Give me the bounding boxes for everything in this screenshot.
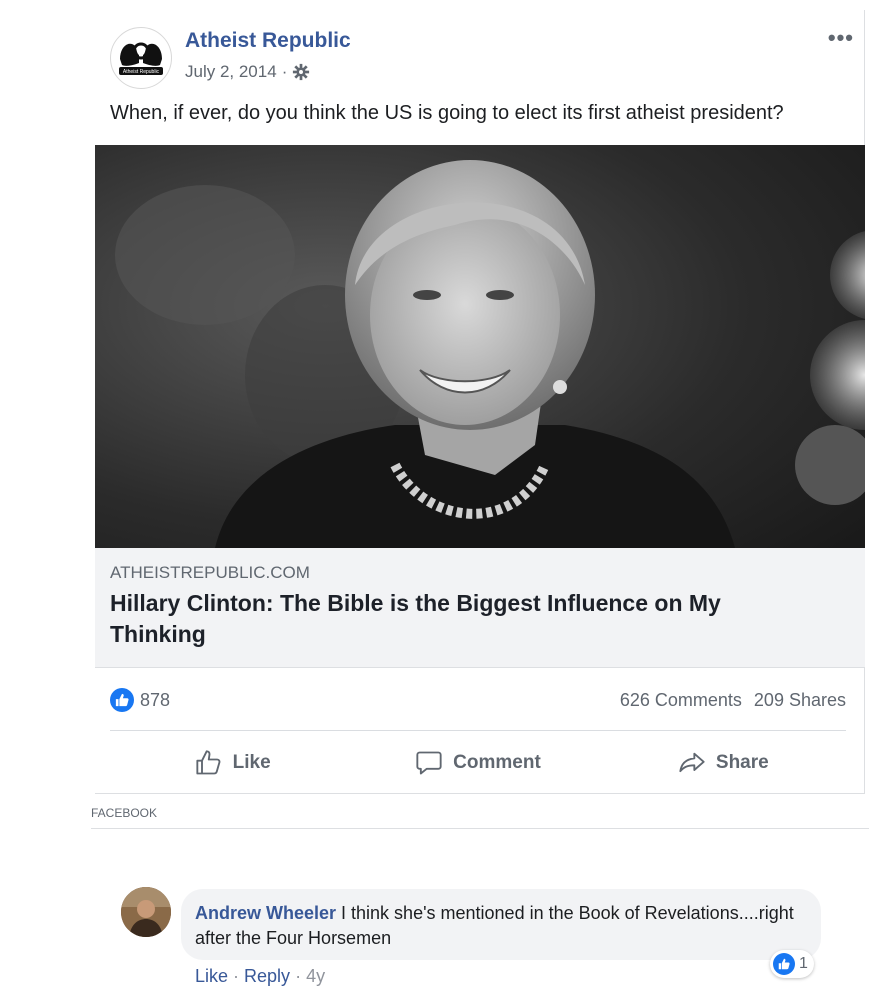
comment-reactions[interactable]: 1 — [770, 950, 814, 978]
link-title[interactable]: Hillary Clinton: The Bible is the Bigges… — [110, 588, 810, 650]
shares-count[interactable]: 209 Shares — [754, 690, 846, 711]
commenter-photo — [121, 887, 171, 937]
link-preview[interactable]: ATHEISTREPUBLIC.COM Hillary Clinton: The… — [95, 548, 865, 668]
post-text: When, if ever, do you think the US is go… — [110, 102, 784, 124]
comment-like-link[interactable]: Like — [195, 966, 228, 987]
comment-reaction-count: 1 — [799, 955, 808, 972]
page-name-link[interactable]: Atheist Republic — [185, 29, 351, 53]
reaction-summary[interactable]: 878 — [110, 688, 170, 712]
comment-separator: · — [295, 966, 302, 986]
comment-bubble: Andrew Wheeler I think she's mentioned i… — [181, 889, 821, 960]
more-options-icon[interactable]: ••• — [828, 25, 854, 51]
comment-icon — [416, 751, 442, 775]
like-reaction-icon — [773, 953, 795, 975]
like-count: 878 — [140, 689, 171, 710]
commenter-avatar[interactable] — [121, 887, 171, 937]
share-button-label: Share — [715, 752, 769, 773]
comment-separator: · — [233, 966, 240, 986]
page-avatar[interactable]: Atheist Republic — [110, 27, 172, 89]
like-button[interactable]: Like — [110, 737, 355, 789]
svg-text:Atheist Republic: Atheist Republic — [123, 69, 160, 75]
portrait-photo — [95, 145, 865, 548]
atheist-republic-logo: Atheist Republic — [113, 30, 169, 86]
link-domain: ATHEISTREPUBLIC.COM — [110, 563, 310, 582]
gear-icon[interactable] — [292, 63, 310, 81]
post-card: Atheist Republic Atheist Republic July 2… — [95, 10, 865, 794]
like-reaction-icon — [110, 688, 134, 712]
link-preview-photo[interactable] — [95, 145, 865, 548]
post-date[interactable]: July 2, 2014 — [185, 62, 277, 82]
comment-actions: Like · Reply · 4y — [195, 966, 325, 987]
comment-author[interactable]: Andrew Wheeler — [195, 903, 336, 923]
comment-time[interactable]: 4y — [306, 966, 325, 987]
post-stats: 878 626 Comments 209 Shares — [110, 686, 846, 716]
comment-button-label: Comment — [453, 752, 541, 773]
post-meta: July 2, 2014 · — [185, 62, 310, 82]
post-actions: Like Comment Share — [110, 737, 846, 789]
comments-count[interactable]: 626 Comments — [620, 690, 742, 711]
thumbs-up-icon — [196, 750, 221, 775]
actions-divider — [110, 730, 846, 731]
comment-button[interactable]: Comment — [355, 737, 600, 789]
comment-reply-link[interactable]: Reply — [244, 966, 290, 987]
share-button[interactable]: Share — [601, 737, 846, 789]
source-divider — [91, 828, 869, 829]
engagement-counts: 626 Comments 209 Shares — [620, 690, 846, 711]
source-label: FACEBOOK — [91, 806, 158, 820]
meta-separator: · — [281, 62, 288, 81]
share-icon — [679, 752, 705, 773]
like-button-label: Like — [232, 752, 271, 773]
